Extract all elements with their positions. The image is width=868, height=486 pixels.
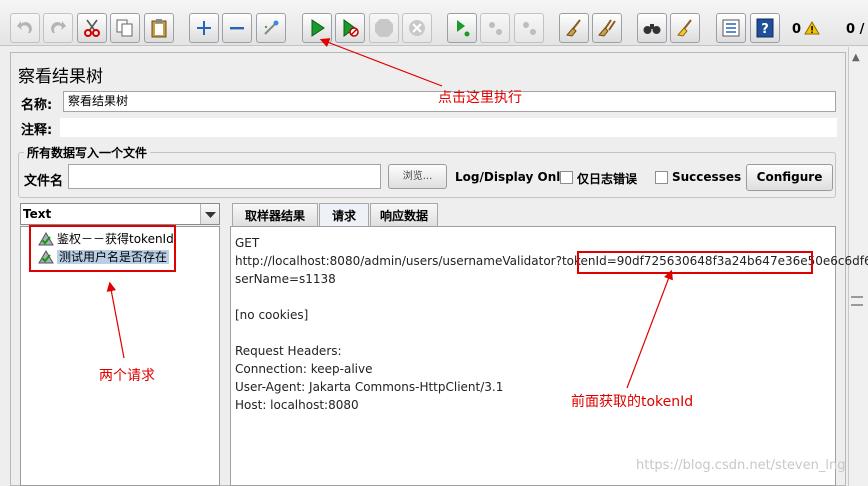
- annotation-arrows: [106, 38, 673, 389]
- annotation-token-from-before: 前面获取的tokenId: [571, 394, 694, 410]
- annotation-two-requests: 两个请求: [99, 368, 155, 384]
- annotation-click-here: 点击这里执行: [438, 90, 522, 106]
- watermark: https://blog.csdn.net/steven_lng: [636, 458, 846, 473]
